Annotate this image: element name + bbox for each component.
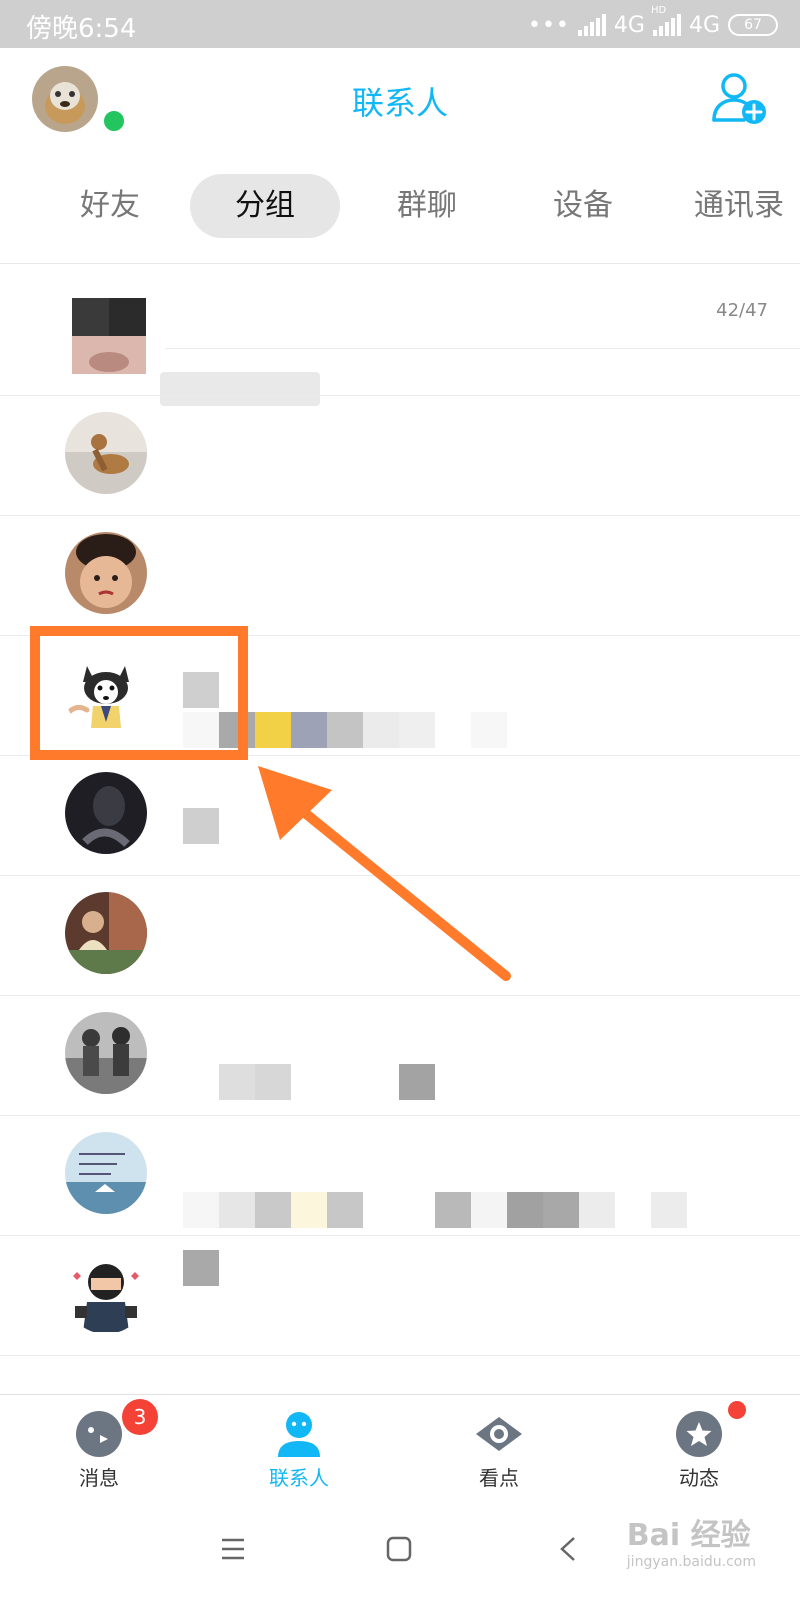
- more-dots-icon: •••: [527, 12, 570, 38]
- watermark-brand: Bai 经验: [626, 1518, 751, 1553]
- blurred-text: [327, 712, 363, 748]
- list-item[interactable]: [0, 1236, 800, 1356]
- blurred-text: [543, 1192, 579, 1228]
- blurred-text: [399, 712, 435, 748]
- blurred-text: [183, 1250, 219, 1286]
- contact-tabs: 好友 分组 群聊 设备 通讯录: [0, 170, 800, 240]
- contact-avatar: [65, 412, 147, 494]
- add-contact-button[interactable]: [710, 68, 770, 128]
- contacts-person-icon: [278, 1412, 320, 1457]
- blurred-text: [327, 1192, 363, 1228]
- battery-icon: 67: [728, 14, 778, 36]
- nav-feed[interactable]: 动态: [644, 1401, 754, 1499]
- blurred-text: [291, 712, 327, 748]
- list-item[interactable]: 42/47: [0, 272, 800, 406]
- list-item[interactable]: [0, 1116, 800, 1236]
- watermark-url: jingyan.baidu.com: [626, 1554, 756, 1570]
- group-count: 42/47: [716, 300, 768, 321]
- list-item[interactable]: [0, 396, 800, 516]
- signal-icon-2: HD: [651, 5, 681, 36]
- hd-label: HD: [650, 5, 667, 16]
- back-icon[interactable]: [556, 1536, 582, 1562]
- blurred-text: [255, 1192, 291, 1228]
- tab-group-chats[interactable]: 群聊: [372, 174, 482, 238]
- home-icon[interactable]: [386, 1536, 412, 1562]
- eye-icon: [476, 1417, 522, 1451]
- tab-friends[interactable]: 好友: [60, 174, 160, 238]
- contact-avatar: [65, 1132, 147, 1214]
- add-person-icon: [712, 73, 766, 124]
- nav-messages[interactable]: 3 消息: [44, 1399, 158, 1499]
- blurred-text: [363, 712, 399, 748]
- blurred-text: [219, 1192, 255, 1228]
- blurred-text: [183, 808, 219, 844]
- contact-avatar: [65, 892, 147, 974]
- tab-devices[interactable]: 设备: [528, 174, 638, 238]
- row-separator: [0, 1355, 800, 1356]
- contact-avatar: [65, 1252, 147, 1334]
- status-bar: 傍晚6:54 ••• 4G HD 4G 67: [0, 0, 800, 48]
- nav-kandian[interactable]: 看点: [444, 1403, 554, 1499]
- nav-messages-label: 消息: [79, 1466, 119, 1490]
- annotation-arrow: [258, 766, 511, 981]
- status-time: 傍晚6:54: [26, 14, 137, 44]
- star-icon: [676, 1411, 722, 1457]
- unread-badge: 3: [122, 1399, 158, 1435]
- menu-icon[interactable]: [220, 1536, 246, 1562]
- nav-kandian-label: 看点: [479, 1466, 519, 1490]
- tab-address-book[interactable]: 通讯录: [694, 174, 800, 238]
- contact-avatar: [65, 772, 147, 854]
- contact-avatar: [65, 1012, 147, 1094]
- network-type-1: 4G: [613, 12, 645, 38]
- nav-contacts[interactable]: 联系人: [244, 1403, 354, 1499]
- signal-icon: [577, 14, 606, 36]
- nav-feed-label: 动态: [679, 1466, 719, 1490]
- blurred-text: [255, 1064, 291, 1100]
- blurred-text: [507, 1192, 543, 1228]
- blurred-text: [399, 1064, 435, 1100]
- contact-avatar: [72, 298, 146, 374]
- page-title: 联系人: [351, 84, 448, 122]
- tabs-divider: [0, 263, 800, 264]
- blurred-text: [219, 1064, 255, 1100]
- divider: [165, 348, 800, 349]
- blurred-text: [255, 712, 291, 748]
- status-indicators: ••• 4G HD 4G 67: [527, 5, 778, 40]
- header: 联系人: [0, 48, 800, 158]
- baidu-jingyan-watermark: Bai 经验 jingyan.baidu.com: [627, 1510, 756, 1570]
- new-activity-dot: [728, 1401, 746, 1419]
- tab-groups[interactable]: 分组: [190, 174, 340, 238]
- message-face-icon: [76, 1411, 122, 1457]
- blurred-text: [651, 1192, 687, 1228]
- network-type-2: 4G: [688, 12, 720, 38]
- blurred-text: [471, 712, 507, 748]
- highlight-box: [30, 626, 248, 760]
- bottom-nav: 3 消息 联系人 看点 动态: [0, 1394, 800, 1504]
- contact-avatar: [65, 532, 147, 614]
- blurred-text: [435, 1192, 471, 1228]
- blurred-text: [579, 1192, 615, 1228]
- blurred-text: [471, 1192, 507, 1228]
- blurred-text: [183, 1192, 219, 1228]
- list-item[interactable]: [0, 996, 800, 1116]
- list-item[interactable]: [0, 516, 800, 636]
- blurred-text: [291, 1192, 327, 1228]
- nav-contacts-label: 联系人: [269, 1466, 329, 1490]
